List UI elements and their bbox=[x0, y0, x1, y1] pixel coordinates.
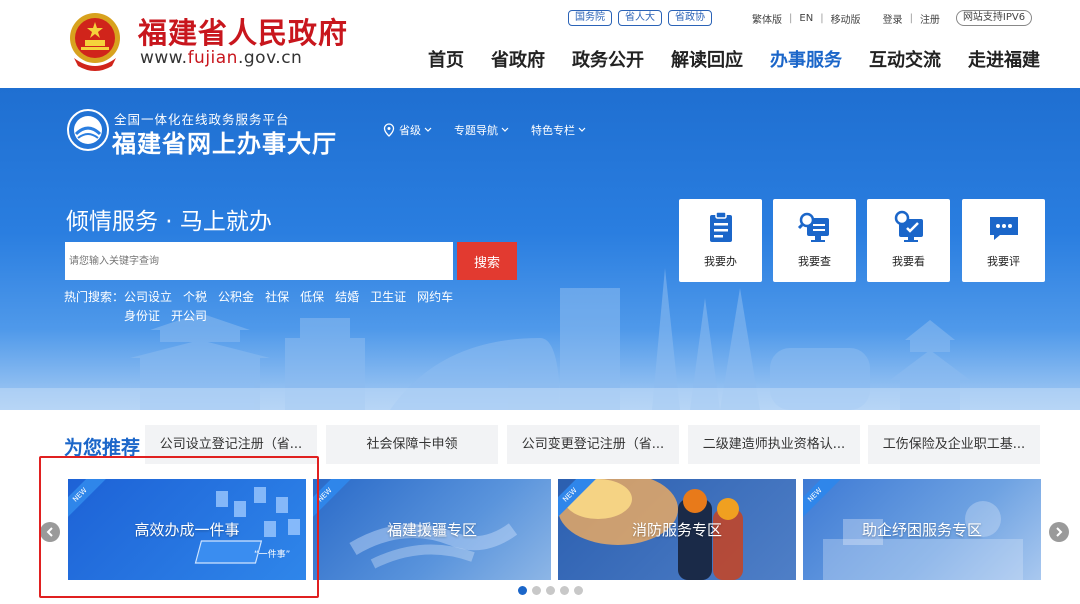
search-button[interactable]: 搜索 bbox=[457, 242, 517, 280]
hall-nav: 省级 专题导航 特色专栏 bbox=[380, 122, 608, 138]
location-icon bbox=[383, 123, 395, 137]
search-input[interactable] bbox=[65, 242, 453, 280]
carousel-card-business-relief[interactable]: NEW 助企纾困服务专区 bbox=[803, 479, 1041, 580]
carousel-next-button[interactable] bbox=[1049, 522, 1069, 542]
recommend-item[interactable]: 公司设立登记注册（省... bbox=[145, 425, 317, 464]
carousel-dot[interactable] bbox=[574, 586, 583, 595]
recommend-item[interactable]: 工伤保险及企业职工基... bbox=[868, 425, 1040, 464]
carousel-card-one-thing[interactable]: NEW “一件事” 高效办成一件事 bbox=[68, 479, 306, 580]
carousel-card-fire-service[interactable]: NEW 消防服务专区 bbox=[558, 479, 796, 580]
card-caption: 助企纾困服务专区 bbox=[861, 521, 982, 539]
utility-links: 繁体版 | EN | 移动版 登录 | 注册 网站支持IPV6 bbox=[752, 10, 1033, 26]
hot-searches: 热门搜索： 公司设立 个税 公积金 社保 低保 结婚 卫生证 网约车 身份证 开… bbox=[64, 288, 464, 326]
region-select[interactable]: 省级 bbox=[380, 122, 432, 138]
chevron-down-icon bbox=[424, 127, 432, 132]
site-title[interactable]: 福建省人民政府 bbox=[138, 10, 348, 52]
hot-search-label: 热门搜索： bbox=[64, 290, 125, 304]
search-screen-icon bbox=[797, 212, 829, 242]
recommend-title: 为您推荐 bbox=[64, 437, 141, 459]
nav-interpretation[interactable]: 解读回应 bbox=[671, 46, 743, 72]
chevron-down-icon bbox=[578, 127, 586, 132]
hot-keyword[interactable]: 低保 bbox=[300, 288, 324, 307]
quick-view-button[interactable]: 我要看 bbox=[867, 199, 950, 282]
nav-about-fujian[interactable]: 走进福建 bbox=[968, 46, 1040, 72]
card-caption: 消防服务专区 bbox=[631, 521, 722, 539]
hot-keyword[interactable]: 社保 bbox=[265, 288, 289, 307]
carousel-dot[interactable] bbox=[546, 586, 555, 595]
site-url: www.fujian.gov.cn bbox=[140, 48, 303, 68]
chevron-left-icon bbox=[46, 527, 53, 537]
national-emblem-icon bbox=[70, 13, 120, 71]
ipv6-badge: 网站支持IPV6 bbox=[955, 10, 1033, 26]
register-link[interactable]: 注册 bbox=[920, 11, 940, 26]
nav-government[interactable]: 省政府 bbox=[491, 46, 545, 72]
quick-apply-button[interactable]: 我要办 bbox=[679, 199, 762, 282]
hall-banner: 全国一体化在线政务服务平台 福建省网上办事大厅 省级 专题导航 特色专栏 倾情服… bbox=[0, 88, 1080, 410]
hero-slogan: 倾情服务 · 马上就办 bbox=[66, 209, 272, 235]
topic-nav-dropdown[interactable]: 专题导航 bbox=[454, 122, 509, 138]
link-state-council[interactable]: 国务院 bbox=[568, 10, 612, 26]
link-english[interactable]: EN bbox=[799, 13, 813, 24]
external-links: 国务院 省人大 省政协 bbox=[568, 10, 712, 26]
link-mobile[interactable]: 移动版 bbox=[831, 11, 861, 26]
nav-home[interactable]: 首页 bbox=[428, 46, 464, 72]
nav-services[interactable]: 办事服务 bbox=[770, 46, 842, 72]
nav-interaction[interactable]: 互动交流 bbox=[869, 46, 941, 72]
link-provincial-congress[interactable]: 省人大 bbox=[618, 10, 662, 26]
chevron-right-icon bbox=[1056, 527, 1063, 537]
carousel-dot[interactable] bbox=[560, 586, 569, 595]
quick-review-button[interactable]: 我要评 bbox=[962, 199, 1045, 282]
carousel-card-xinjiang[interactable]: NEW 福建援疆专区 bbox=[313, 479, 551, 580]
hot-keyword[interactable]: 网约车 bbox=[417, 288, 453, 307]
special-column-dropdown[interactable]: 特色专栏 bbox=[531, 122, 586, 138]
recommend-item[interactable]: 社会保障卡申领 bbox=[326, 425, 498, 464]
carousel-prev-button[interactable] bbox=[40, 522, 60, 542]
main-nav: 首页 省政府 政务公开 解读回应 办事服务 互动交流 走进福建 bbox=[428, 46, 1040, 72]
recommend-item[interactable]: 公司变更登记注册（省... bbox=[507, 425, 679, 464]
hall-logo-icon bbox=[67, 109, 109, 151]
carousel-pagination bbox=[518, 586, 583, 595]
card-caption: 福建援疆专区 bbox=[386, 521, 477, 539]
hot-keyword[interactable]: 身份证 bbox=[124, 307, 160, 326]
recommend-item[interactable]: 二级建造师执业资格认... bbox=[688, 425, 860, 464]
carousel-dot[interactable] bbox=[532, 586, 541, 595]
hot-keyword[interactable]: 开公司 bbox=[171, 307, 207, 326]
chevron-down-icon bbox=[501, 127, 509, 132]
site-header: 福建省人民政府 www.fujian.gov.cn 国务院 省人大 省政协 繁体… bbox=[0, 0, 1080, 88]
link-provincial-cppcc[interactable]: 省政协 bbox=[668, 10, 712, 26]
hot-keyword[interactable]: 个税 bbox=[183, 288, 207, 307]
clipboard-icon bbox=[709, 211, 732, 242]
hot-keyword[interactable]: 公司设立 bbox=[124, 288, 172, 307]
hot-keyword[interactable]: 公积金 bbox=[218, 288, 254, 307]
hall-title[interactable]: 福建省网上办事大厅 bbox=[112, 124, 337, 159]
quick-query-button[interactable]: 我要查 bbox=[773, 199, 856, 282]
login-link[interactable]: 登录 bbox=[883, 11, 903, 26]
hot-keyword[interactable]: 卫生证 bbox=[370, 288, 406, 307]
nav-open-affairs[interactable]: 政务公开 bbox=[572, 46, 644, 72]
carousel-dot[interactable] bbox=[518, 586, 527, 595]
link-traditional-chinese[interactable]: 繁体版 bbox=[752, 11, 782, 26]
hot-keyword[interactable]: 结婚 bbox=[335, 288, 359, 307]
checklist-screen-icon bbox=[894, 210, 923, 242]
card-caption: 高效办成一件事 bbox=[134, 521, 240, 539]
chat-bubble-icon bbox=[989, 217, 1018, 240]
